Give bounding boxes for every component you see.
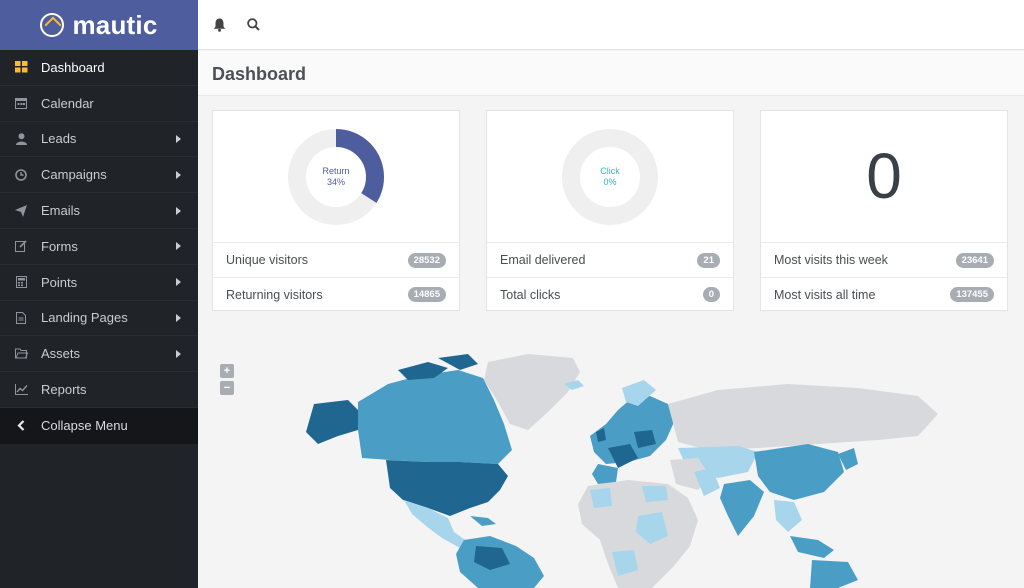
stat-label: Total clicks [500,287,561,302]
world-map[interactable]: + − [198,340,1024,588]
bell-icon[interactable] [210,16,228,34]
big-number-panel: 0 [761,111,1007,243]
search-icon[interactable] [244,16,262,34]
sidebar-item-label: Forms [41,238,78,254]
sidebar-item-dashboard[interactable]: Dashboard [0,50,198,86]
sidebar-item-label: Calendar [41,95,94,111]
sidebar-item-assets[interactable]: Assets [0,336,198,373]
map-region-egypt[interactable] [642,486,668,502]
donut-center-label: Return 34% [322,166,349,188]
sidebar-item-reports[interactable]: Reports [0,372,198,408]
email-card: Click 0% Email delivered 21 Total clicks… [486,110,734,311]
sidebar: mautic Dashboard Calendar Leads Campaign… [0,0,198,588]
sidebar-nav: Dashboard Calendar Leads Campaigns Email… [0,50,198,444]
donut-value: 34% [326,176,346,187]
caret-right-icon [176,349,181,358]
stat-row-visits-all-time: Most visits all time 137455 [761,277,1007,311]
top-bar [198,0,1024,50]
calendar-icon [13,96,29,110]
map-region-iberia[interactable] [592,464,618,484]
sidebar-item-landing-pages[interactable]: Landing Pages [0,301,198,337]
sidebar-item-leads[interactable]: Leads [0,122,198,158]
count-badge: 0 [702,287,720,302]
stat-row-email-delivered: Email delivered 21 [487,243,733,277]
dashboard-icon [13,60,29,74]
stat-label: Email delivered [500,253,586,267]
world-map-svg [306,354,938,588]
donut-center-label: Click 0% [600,166,620,188]
stat-row-total-clicks: Total clicks 0 [487,277,733,311]
folder-icon [13,347,29,361]
clock-icon [13,168,29,182]
map-region-china[interactable] [754,444,844,500]
donut-value: 0% [603,176,617,187]
brand-logo[interactable]: mautic [0,0,198,50]
file-icon [13,311,29,325]
chevron-left-icon [13,419,29,433]
sidebar-item-label: Emails [41,203,81,219]
map-region-russia[interactable] [668,384,938,450]
map-region-southeast-asia[interactable] [774,500,802,532]
stat-row-visits-week: Most visits this week 23641 [761,243,1007,277]
caret-right-icon [176,313,181,322]
donut-label: Return [322,165,350,176]
map-region-usa[interactable] [386,460,508,516]
stat-row-returning-visitors: Returning visitors 14865 [213,277,459,311]
sidebar-item-label: Landing Pages [41,310,128,326]
count-badge: 14865 [407,287,446,302]
sidebar-item-calendar[interactable]: Calendar [0,86,198,122]
sidebar-item-forms[interactable]: Forms [0,229,198,265]
sidebar-item-label: Points [41,274,78,290]
caret-right-icon [176,206,181,215]
sidebar-item-label: Collapse Menu [41,418,128,434]
paper-plane-icon [13,204,29,218]
map-region-alaska[interactable] [306,400,360,444]
sidebar-item-label: Leads [41,131,77,147]
map-region-caribbean[interactable] [470,516,496,526]
visitors-card: Return 34% Unique visitors 28532 Returni… [212,110,460,311]
caret-right-icon [176,242,181,251]
mautic-logo-icon [40,13,65,37]
sidebar-item-label: Dashboard [41,59,105,75]
stat-label: Most visits this week [774,253,888,267]
calculator-icon [13,275,29,289]
sidebar-item-label: Campaigns [41,167,107,183]
stat-label: Unique visitors [226,253,308,267]
brand-name: mautic [72,9,158,40]
click-donut-panel: Click 0% [487,111,733,243]
count-badge: 28532 [407,252,446,268]
count-badge: 21 [697,252,720,268]
map-regions [306,354,938,588]
page-header: Dashboard [198,51,1024,96]
stat-label: Most visits all time [774,287,876,302]
map-region-indonesia[interactable] [790,536,834,558]
visits-card: 0 Most visits this week 23641 Most visit… [760,110,1008,311]
map-region-australia[interactable] [810,560,858,588]
return-donut-panel: Return 34% [213,111,459,243]
line-chart-icon [13,383,29,397]
map-region-india[interactable] [720,480,764,536]
map-zoom-out-button[interactable]: − [220,381,234,395]
donut-label: Click [600,165,620,176]
count-badge: 137455 [950,287,994,302]
sidebar-item-emails[interactable]: Emails [0,193,198,229]
sidebar-item-points[interactable]: Points [0,265,198,301]
caret-right-icon [176,170,181,179]
big-number-value: 0 [866,140,902,212]
caret-right-icon [176,134,181,143]
stat-label: Returning visitors [226,287,323,302]
page-title: Dashboard [212,64,307,84]
stat-row-unique-visitors: Unique visitors 28532 [213,243,459,277]
collapse-menu-button[interactable]: Collapse Menu [0,407,198,444]
user-icon [13,132,29,146]
sidebar-item-campaigns[interactable]: Campaigns [0,157,198,194]
caret-right-icon [176,278,181,287]
sidebar-item-label: Reports [41,382,87,398]
edit-icon [13,239,29,253]
sidebar-item-label: Assets [41,346,81,362]
map-zoom-in-button[interactable]: + [220,364,234,378]
count-badge: 23641 [955,252,994,268]
